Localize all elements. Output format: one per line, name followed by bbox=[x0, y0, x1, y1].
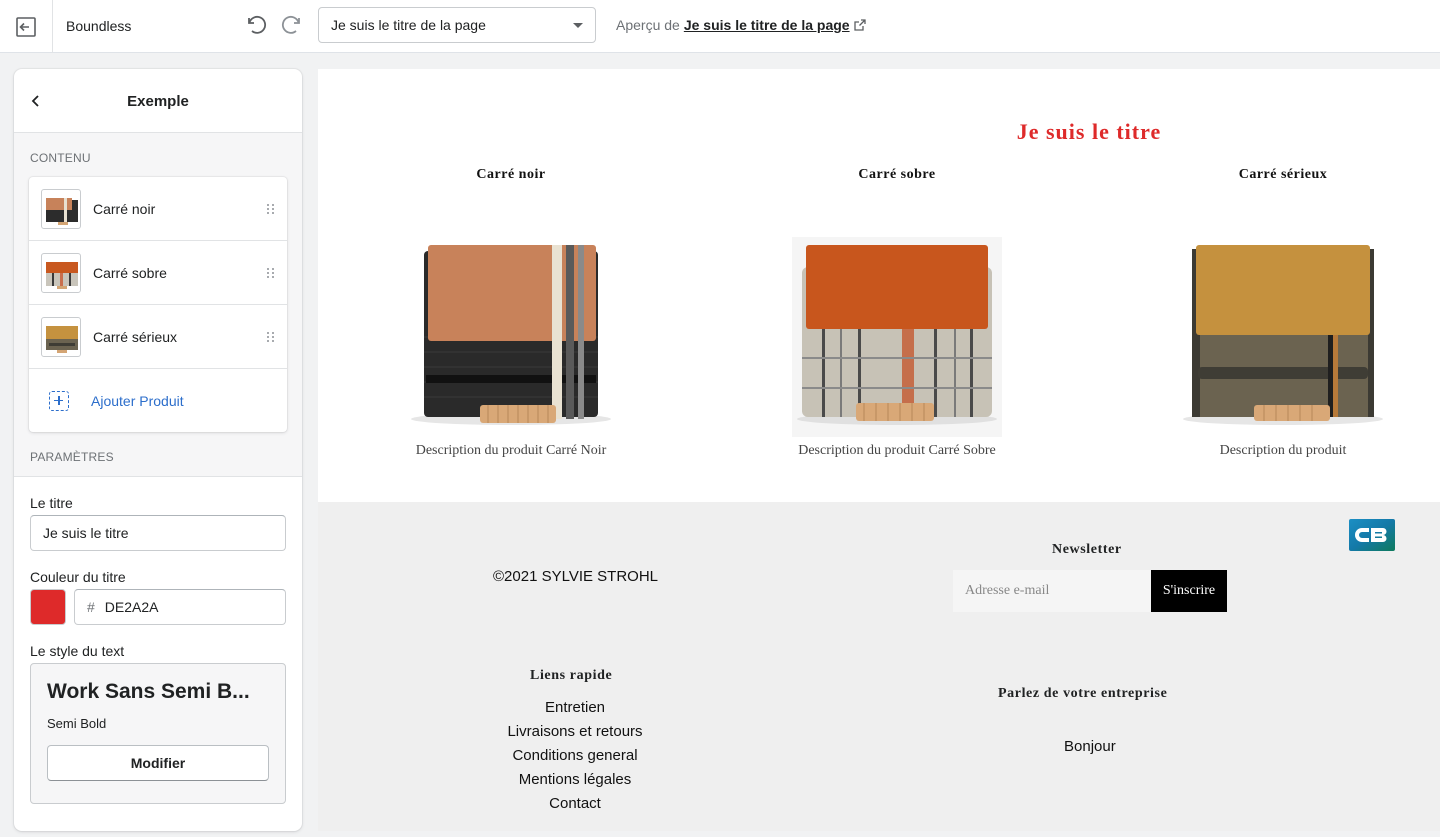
store-footer: ©2021 SYLVIE STROHL Newsletter Adresse e… bbox=[318, 502, 1440, 831]
content-section: CONTENU Carré noir Carré sobre Carré sér… bbox=[14, 133, 302, 477]
title-field-label: Le titre bbox=[30, 495, 73, 511]
product-title: Carré sobre bbox=[858, 167, 936, 182]
product-card[interactable]: Carré sobre Description du produit Carré… bbox=[772, 167, 1022, 459]
content-label: CONTENU bbox=[30, 151, 91, 165]
block-thumbnail bbox=[41, 188, 81, 229]
block-item[interactable]: Carré sérieux bbox=[29, 305, 287, 369]
quick-links: Entretien Livraisons et retours Conditio… bbox=[475, 696, 675, 816]
color-field: Couleur du titre # DE2A2A bbox=[14, 569, 302, 625]
drag-handle-icon[interactable] bbox=[267, 331, 275, 342]
product-image[interactable] bbox=[406, 237, 616, 437]
caret-down-icon bbox=[573, 22, 583, 28]
copyright-text: ©2021 SYLVIE STROHL bbox=[493, 568, 659, 585]
product-title: Carré sérieux bbox=[1238, 167, 1328, 182]
block-thumbnail bbox=[41, 316, 81, 357]
editor-sidebar: Exemple CONTENU Carré noir Carré sobre C… bbox=[14, 69, 302, 831]
theme-name: Boundless bbox=[66, 18, 132, 34]
undo-button[interactable] bbox=[243, 12, 269, 38]
block-item[interactable]: Carré noir bbox=[29, 177, 287, 241]
drag-handle-icon[interactable] bbox=[267, 203, 275, 214]
add-product-button[interactable]: Ajouter Produit bbox=[29, 369, 287, 432]
footer-link[interactable]: Entretien bbox=[475, 696, 675, 720]
redo-icon bbox=[281, 16, 300, 34]
font-name: Work Sans Semi B... bbox=[47, 680, 250, 703]
block-list: Carré noir Carré sobre Carré sérieux Ajo… bbox=[29, 177, 287, 432]
preview-link[interactable]: Je suis le titre de la page bbox=[684, 17, 850, 33]
preview-prefix: Aperçu de bbox=[616, 17, 680, 33]
product-title: Carré noir bbox=[476, 167, 546, 182]
page-select[interactable]: Je suis le titre de la page bbox=[318, 7, 596, 43]
product-description: Description du produit Carré Noir bbox=[415, 443, 607, 458]
font-field: Le style du text Work Sans Semi B... Sem… bbox=[14, 643, 302, 804]
preview-info: Aperçu de Je suis le titre de la page bbox=[616, 17, 866, 33]
block-label: Carré noir bbox=[93, 200, 156, 217]
product-image[interactable] bbox=[792, 237, 1002, 437]
product-description: Description du produit Carré Sobre bbox=[798, 443, 996, 458]
footer-link[interactable]: Contact bbox=[475, 792, 675, 816]
footer-link[interactable]: Conditions general bbox=[475, 744, 675, 768]
color-field-label: Couleur du titre bbox=[30, 569, 126, 585]
title-input[interactable]: Je suis le titre bbox=[30, 515, 286, 551]
product-description: Description du produit bbox=[1219, 443, 1347, 458]
font-weight: Semi Bold bbox=[47, 716, 107, 731]
top-bar: Boundless Je suis le titre de la page Ap… bbox=[0, 0, 1440, 53]
product-card[interactable]: Carré noir Description du produit Carré … bbox=[386, 167, 636, 459]
product-card[interactable]: Carré sérieux Description du produit bbox=[1158, 167, 1408, 459]
collection-title: Je suis le titre bbox=[1016, 119, 1162, 144]
params-header: PARAMÈTRES bbox=[14, 432, 302, 477]
store-preview: Je suis le titre Carré noir Description … bbox=[318, 69, 1440, 831]
drag-handle-icon[interactable] bbox=[267, 267, 275, 278]
cb-logo bbox=[1349, 519, 1395, 551]
quick-links-title: Liens rapide bbox=[530, 668, 613, 683]
params-label: PARAMÈTRES bbox=[30, 450, 114, 464]
hex-color-input[interactable]: # DE2A2A bbox=[74, 589, 286, 625]
exit-editor-button[interactable] bbox=[0, 0, 53, 53]
footer-link[interactable]: Mentions légales bbox=[475, 768, 675, 792]
hash-symbol: # bbox=[87, 599, 95, 615]
add-block-icon bbox=[49, 390, 69, 411]
business-title: Parlez de votre entreprise bbox=[998, 686, 1168, 701]
sidebar-header: Exemple bbox=[14, 69, 302, 133]
block-thumbnail bbox=[41, 252, 81, 293]
product-image[interactable] bbox=[1178, 237, 1388, 437]
change-font-button[interactable]: Modifier bbox=[47, 745, 269, 781]
newsletter-title: Newsletter bbox=[1052, 542, 1122, 557]
title-field: Le titre Je suis le titre bbox=[14, 495, 302, 551]
collection-section: Je suis le titre Carré noir Description … bbox=[318, 69, 1440, 502]
exit-icon bbox=[16, 16, 36, 37]
undo-icon bbox=[248, 16, 267, 34]
footer-link[interactable]: Livraisons et retours bbox=[475, 720, 675, 744]
block-item[interactable]: Carré sobre bbox=[29, 241, 287, 305]
hex-value: DE2A2A bbox=[104, 599, 159, 615]
external-link-icon[interactable] bbox=[853, 19, 866, 31]
block-label: Carré sérieux bbox=[93, 328, 178, 345]
redo-button[interactable] bbox=[279, 12, 305, 38]
add-product-label: Ajouter Produit bbox=[91, 392, 184, 409]
subscribe-button[interactable]: S'inscrire bbox=[1151, 570, 1227, 612]
font-picker-card: Work Sans Semi B... Semi Bold Modifier bbox=[30, 663, 286, 804]
page-select-value: Je suis le titre de la page bbox=[331, 17, 486, 33]
newsletter-email-input[interactable]: Adresse e-mail bbox=[953, 570, 1151, 612]
color-swatch[interactable] bbox=[30, 589, 66, 625]
section-title: Exemple bbox=[127, 93, 189, 110]
business-text: Bonjour bbox=[1064, 738, 1116, 755]
font-field-label: Le style du text bbox=[30, 643, 125, 659]
block-label: Carré sobre bbox=[93, 264, 167, 281]
